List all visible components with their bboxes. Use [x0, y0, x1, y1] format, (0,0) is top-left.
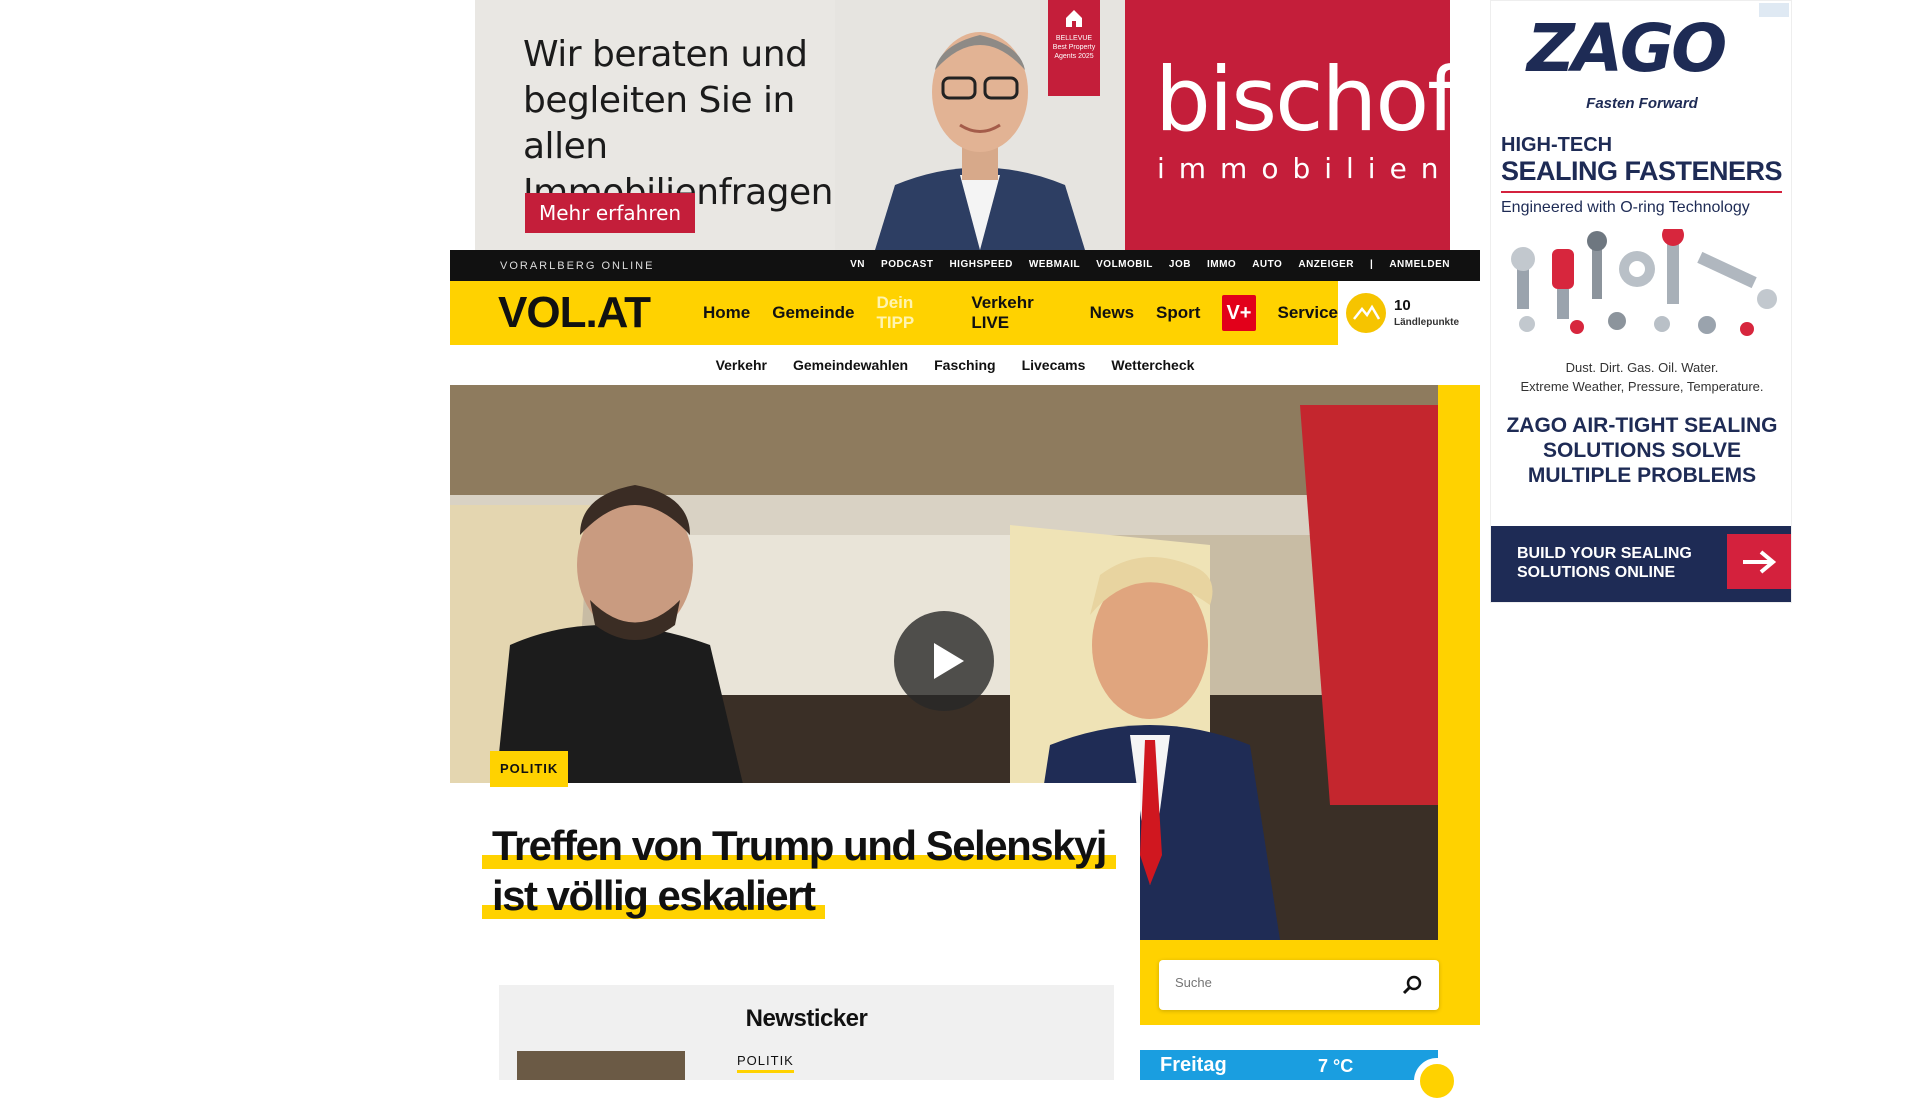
bellevue-badge: BELLEVUE Best Property Agents 2025 — [1048, 0, 1100, 96]
search-input[interactable] — [1175, 975, 1395, 990]
vplus-button[interactable]: V+ — [1222, 295, 1256, 331]
points-label: Ländlepunkte — [1394, 317, 1460, 328]
toplink-job[interactable]: JOB — [1169, 259, 1191, 270]
search-icon[interactable] — [1401, 974, 1423, 996]
ad-text: Wir beraten und begleiten Sie in allen I… — [523, 34, 844, 213]
brand-name: bischof — [1155, 48, 1450, 151]
toplink-podcast[interactable]: PODCAST — [881, 259, 933, 270]
brand-subtitle: immobilien — [1157, 152, 1450, 185]
subnav-item-fasching[interactable]: Fasching — [934, 357, 995, 373]
nav-item-home[interactable]: Home — [703, 303, 750, 323]
newsticker-title: Newsticker — [745, 1005, 868, 1032]
weather-temp: 7 °C — [1318, 1056, 1354, 1076]
hero-category-tag[interactable]: POLITIK — [490, 751, 569, 787]
subnav-item-wettercheck[interactable]: Wettercheck — [1111, 357, 1194, 373]
laendlepunkte-widget[interactable]: 10 Ländlepunkte — [1338, 281, 1480, 345]
ad-subline: Engineered with O-ring Technology — [1501, 199, 1750, 216]
toplink-vn[interactable]: VN — [850, 259, 865, 270]
ad-headline-2: SEALING FASTENERS — [1501, 156, 1783, 193]
build-cta-text[interactable]: BUILD YOUR SEALING SOLUTIONS ONLINE — [1517, 544, 1697, 582]
toplink-highspeed[interactable]: HIGHSPEED — [949, 259, 1012, 270]
search-box — [1159, 960, 1439, 1010]
ad-dust-line-1: Dust. Dirt. Gas. Oil. Water. — [1565, 360, 1719, 375]
adchoices-icon[interactable] — [1759, 3, 1789, 17]
toplink-auto[interactable]: AUTO — [1252, 259, 1282, 270]
login-link[interactable]: ANMELDEN — [1389, 259, 1450, 270]
site-logo[interactable]: VOL.AT — [498, 289, 651, 337]
right-sidebar-ad[interactable]: ZAGO Fasten Forward HIGH-TECH SEALING FA… — [1490, 0, 1792, 603]
nav-item-verkehr-live[interactable]: Verkehr LIVE — [971, 293, 1067, 333]
build-solutions-cta[interactable]: BUILD YOUR SEALING SOLUTIONS ONLINE — [1491, 526, 1791, 602]
toplink-anzeiger[interactable]: ANZEIGER — [1298, 259, 1354, 270]
main-navigation: VOL.AT Home Gemeinde Dein TIPP Verkehr L… — [450, 281, 1338, 345]
site-label: VORARLBERG ONLINE — [500, 260, 655, 272]
hero-headline[interactable]: Treffen von Trump und Selenskyj ist völl… — [482, 821, 1122, 921]
ad-cta-button[interactable]: Mehr erfahren — [525, 193, 696, 233]
nav-item-service[interactable]: Service — [1278, 303, 1339, 323]
toplink-immo[interactable]: IMMO — [1207, 259, 1236, 270]
nav-item-dein-tipp[interactable]: Dein TIPP — [876, 293, 949, 333]
arrow-right-icon[interactable] — [1727, 534, 1791, 589]
nav-item-sport[interactable]: Sport — [1156, 303, 1200, 323]
zago-logo: ZAGO — [1527, 10, 1727, 87]
mountain-sun-icon — [1346, 293, 1386, 333]
sun-icon — [1414, 1058, 1460, 1104]
ad-headline-1: HIGH-TECH — [1501, 134, 1613, 156]
subnav-item-verkehr[interactable]: Verkehr — [716, 357, 767, 373]
toplink-volmobil[interactable]: VOLMOBIL — [1096, 259, 1153, 270]
ad-dust-text: Dust. Dirt. Gas. Oil. Water. Extreme Wea… — [1491, 358, 1791, 396]
subnav-item-livecams[interactable]: Livecams — [1022, 357, 1086, 373]
weather-widget[interactable]: Freitag 7 °C — [1140, 1050, 1460, 1104]
newsticker-thumbnail[interactable] — [517, 1051, 685, 1080]
nav-item-news[interactable]: News — [1090, 303, 1134, 323]
toplink-webmail[interactable]: WEBMAIL — [1029, 259, 1080, 270]
hero-headline-text[interactable]: Treffen von Trump und Selenskyj ist völl… — [482, 822, 1116, 919]
fasteners-image — [1511, 229, 1777, 336]
top-service-bar: VORARLBERG ONLINE VN PODCAST HIGHSPEED W… — [450, 250, 1480, 281]
points-value: 10 — [1394, 297, 1411, 314]
newsticker-category[interactable]: POLITIK — [737, 1053, 794, 1073]
newsticker: Newsticker POLITIK — [499, 985, 1114, 1080]
top-banner-ad[interactable]: Wir beraten und begleiten Sie in allen I… — [475, 0, 1450, 250]
weather-day: Freitag — [1160, 1054, 1227, 1076]
toplink-separator: | — [1370, 259, 1374, 270]
ad-solve-text: ZAGO AIR-TIGHT SEALING SOLUTIONS SOLVE M… — [1506, 414, 1778, 487]
brand-panel: bischof immobilien — [1125, 0, 1450, 250]
play-button[interactable] — [894, 611, 994, 711]
badge-text: BELLEVUE Best Property Agents 2025 — [1052, 35, 1096, 60]
sub-navigation: Verkehr Gemeindewahlen Fasching Livecams… — [450, 345, 1480, 385]
subnav-item-gemeindewahlen[interactable]: Gemeindewahlen — [793, 357, 908, 373]
ad-dust-line-2: Extreme Weather, Pressure, Temperature. — [1520, 379, 1764, 394]
house-icon — [1066, 10, 1082, 27]
hero-section: POLITIK Treffen von Trump und Selenskyj … — [450, 385, 1480, 1025]
nav-links: Home Gemeinde Dein TIPP Verkehr LIVE New… — [703, 281, 1338, 345]
nav-item-gemeinde[interactable]: Gemeinde — [772, 303, 854, 323]
zago-tagline: Fasten Forward — [1586, 95, 1698, 112]
top-links: VN PODCAST HIGHSPEED WEBMAIL VOLMOBIL JO… — [850, 259, 1450, 270]
